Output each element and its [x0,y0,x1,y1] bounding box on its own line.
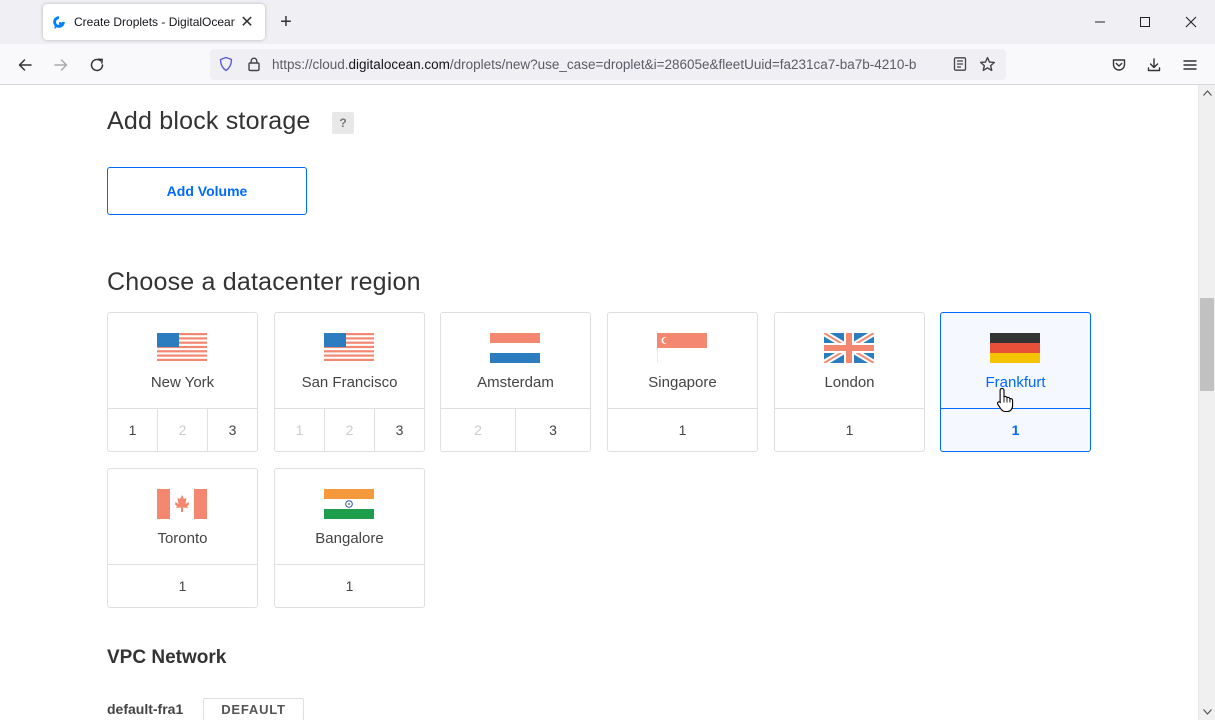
datacenter-option[interactable]: 1 [108,409,157,451]
region-name: London [824,374,875,391]
url-prefix: https://cloud. [272,57,349,72]
flag-ca-icon [157,489,207,519]
datacenter-option: 2 [474,422,482,438]
region-select-area[interactable]: Singapore [608,313,757,408]
flag-nl-icon [490,333,540,363]
digitalocean-logo-icon [53,16,65,29]
flag-in-icon [324,489,374,519]
datacenter-number-row: 1 23 [275,408,424,451]
hand-pointer-cursor-icon [996,387,1014,413]
datacenter-option[interactable]: 3 [207,409,257,451]
back-arrow-icon[interactable] [10,50,40,80]
region-name: San Francisco [301,374,398,391]
reader-view-icon[interactable] [952,56,968,72]
datacenter-option[interactable]: 1 [608,409,757,451]
scrollbar-thumb[interactable] [1200,298,1214,391]
maximize-window-icon[interactable] [1122,6,1168,38]
reload-icon[interactable] [82,50,112,80]
tab-title: Create Droplets - DigitalOcean [74,15,235,29]
datacenter-title: Choose a datacenter region [107,268,421,296]
flag-us-icon [324,333,374,361]
datacenter-option: 2 [324,409,374,451]
datacenter-option: 1 [295,422,304,438]
tab-close-icon[interactable]: ✕ [235,10,259,34]
region-card-singapore[interactable]: Singapore 1 [607,312,758,452]
region-card-bangalore[interactable]: Bangalore 1 [274,468,425,608]
datacenter-number-row: 1 [941,408,1090,451]
region-name: Toronto [157,530,208,547]
region-select-area[interactable]: Amsterdam [441,313,590,408]
default-badge: DEFAULT [203,698,304,720]
region-select-area[interactable]: Toronto [108,469,257,564]
downloads-icon[interactable] [1139,50,1169,80]
hamburger-menu-icon[interactable] [1175,50,1205,80]
add-volume-button[interactable]: Add Volume [107,167,307,215]
region-name: New York [150,374,215,391]
page-viewport: Add block storage ? Add Volume Choose a … [0,85,1198,720]
region-card-frankfurt[interactable]: Frankfurt 1 [940,312,1091,452]
flag-us-icon [157,333,207,361]
region-card-new-york[interactable]: New York 1 2 3 [107,312,258,452]
region-select-area[interactable]: New York [108,313,257,408]
region-name: Bangalore [315,530,384,547]
datacenter-number-row: 1 [775,408,924,451]
vpc-network-name: default-fra1 [107,701,184,717]
datacenter-option[interactable]: 3 [515,409,590,451]
datacenter-number-row: 1 [108,564,257,607]
vpc-network-title: VPC Network [107,647,227,668]
datacenter-option[interactable]: 1 [941,409,1090,451]
region-select-area[interactable]: Bangalore [275,469,424,564]
url-text[interactable]: https://cloud.digitalocean.com/droplets/… [272,57,947,72]
flag-de-icon [990,333,1040,363]
url-host: digitalocean.com [348,57,450,72]
datacenter-number-row: 1 [275,564,424,607]
datacenter-number-row: 1 [608,408,757,451]
flag-uk-icon [824,333,874,363]
bookmark-star-icon[interactable] [979,56,996,73]
region-card-london[interactable]: London 1 [774,312,925,452]
pocket-icon[interactable] [1104,50,1134,80]
tracking-shield-icon[interactable] [218,56,234,72]
datacenter-option[interactable]: 1 [108,565,257,607]
datacenter-option[interactable]: 1 [275,565,424,607]
scroll-up-arrow-icon[interactable] [1199,85,1215,101]
datacenter-option[interactable]: 3 [374,409,424,451]
region-select-area[interactable]: San Francisco [275,313,424,408]
datacenter-number-row: 123 [108,408,257,451]
lock-icon[interactable] [246,56,262,72]
page-scrollbar[interactable] [1198,85,1215,720]
region-name: Amsterdam [477,374,554,391]
block-storage-title: Add block storage [107,107,311,135]
region-select-area[interactable]: London [775,313,924,408]
region-card-toronto[interactable]: Toronto 1 [107,468,258,608]
forward-arrow-icon[interactable] [46,50,76,80]
browser-tab[interactable]: Create Droplets - DigitalOcean ✕ [43,4,265,40]
close-window-icon[interactable] [1168,6,1214,38]
datacenter-option: 2 [157,409,207,451]
help-icon[interactable]: ? [332,112,354,134]
new-tab-icon[interactable]: + [275,10,297,34]
region-name: Singapore [648,374,717,391]
browser-nav-bar: https://cloud.digitalocean.com/droplets/… [0,44,1215,85]
datacenter-number-row: 23 [441,408,590,451]
region-card-amsterdam[interactable]: Amsterdam 2 3 [440,312,591,452]
region-card-san-francisco[interactable]: San Francisco 1 2 3 [274,312,425,452]
scroll-down-arrow-icon[interactable] [1199,704,1215,720]
url-path: /droplets/new?use_case=droplet&i=28605e&… [449,57,917,72]
url-bar[interactable]: https://cloud.digitalocean.com/droplets/… [210,49,1006,80]
minimize-window-icon[interactable] [1077,6,1123,38]
browser-tab-bar: Create Droplets - DigitalOcean ✕ + [0,0,1215,44]
datacenter-option[interactable]: 1 [775,409,924,451]
flag-sg-icon [657,333,707,363]
